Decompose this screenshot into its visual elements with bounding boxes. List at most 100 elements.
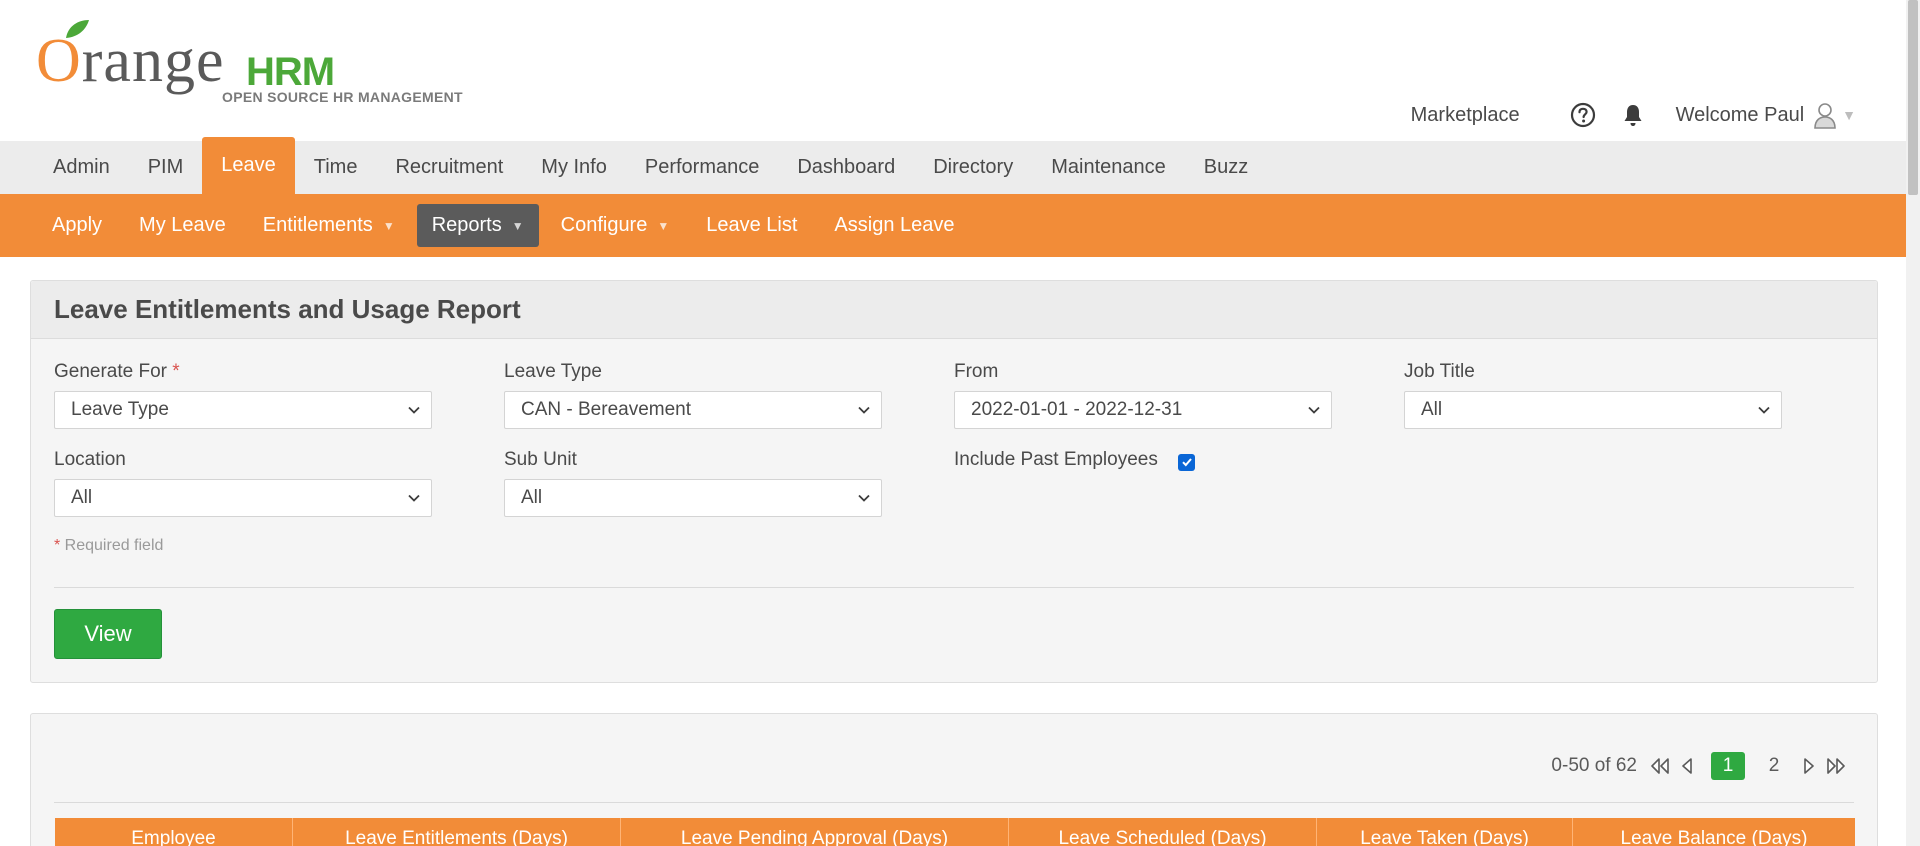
nav-leave[interactable]: Leave [202,137,295,194]
marketplace-link[interactable]: Marketplace [1411,104,1520,127]
orangehrm-logo[interactable]: Orange HRM OPEN SOURCE HR MANAGEMENT [36,18,466,108]
help-icon[interactable] [1570,102,1596,128]
main-navigation: Admin PIM Leave Time Recruitment My Info… [0,137,1906,194]
top-right-menu: Marketplace Welcome Paul ▼ [1411,100,1856,130]
nav-performance[interactable]: Performance [626,141,779,194]
leave-type-select[interactable]: CAN - Bereavement [504,391,882,429]
sub-unit-value: All [521,487,543,508]
nav-buzz[interactable]: Buzz [1185,141,1267,194]
chevron-down-icon[interactable]: ▼ [1842,107,1856,123]
first-page-icon[interactable] [1649,756,1671,776]
nav-my-info[interactable]: My Info [522,141,626,194]
generate-for-value: Leave Type [71,399,169,420]
include-past-employees-field: Include Past Employees [954,449,1196,471]
panel-header: Leave Entitlements and Usage Report [31,281,1877,339]
nav-directory[interactable]: Directory [914,141,1032,194]
sub-unit-field: Sub Unit All [504,449,882,517]
generate-for-select[interactable]: Leave Type [54,391,432,429]
chevron-down-icon [1758,406,1770,414]
column-leave-taken: Leave Taken (Days) [1317,818,1573,846]
generate-for-field: Generate For * Leave Type [54,361,432,429]
subnav-my-leave-label: My Leave [139,214,226,236]
generate-for-label: Generate For * [54,361,180,382]
subnav-leave-list-label: Leave List [706,214,798,236]
nav-time[interactable]: Time [295,141,377,194]
subnav-configure-label: Configure [560,214,648,236]
pagination: 0-50 of 62 1 2 [1551,752,1853,780]
required-asterisk: * [172,361,180,382]
subnav-leave-list[interactable]: Leave List [691,204,812,247]
report-criteria-panel: Leave Entitlements and Usage Report Gene… [30,280,1878,683]
nav-admin[interactable]: Admin [34,141,129,194]
subnav-my-leave[interactable]: My Leave [124,204,241,247]
chevron-down-icon [858,406,870,414]
include-past-employees-label: Include Past Employees [954,449,1158,470]
from-label: From [954,361,999,382]
page: Orange HRM OPEN SOURCE HR MANAGEMENT Mar… [0,0,1920,846]
include-past-employees-checkbox[interactable] [1178,453,1196,471]
nav-dashboard[interactable]: Dashboard [778,141,914,194]
sub-unit-select[interactable]: All [504,479,882,517]
column-employee: Employee [55,818,293,846]
page-1[interactable]: 1 [1711,752,1745,780]
job-title-value: All [1421,399,1443,420]
user-icon[interactable] [1812,101,1838,129]
subnav-assign-leave-label: Assign Leave [834,214,955,236]
divider [54,802,1854,803]
dropdown-arrow-icon: ▼ [511,218,524,233]
welcome-user-menu[interactable]: Welcome Paul [1676,104,1805,127]
nav-recruitment[interactable]: Recruitment [376,141,522,194]
chevron-down-icon [408,406,420,414]
job-title-field: Job Title All [1404,361,1782,429]
dropdown-arrow-icon: ▼ [657,218,670,233]
location-label: Location [54,449,126,470]
required-field-note: * Required field [54,537,164,554]
column-leave-entitlements: Leave Entitlements (Days) [293,818,621,846]
from-period-value: 2022-01-01 - 2022-12-31 [971,399,1183,420]
from-field: From 2022-01-01 - 2022-12-31 [954,361,1332,429]
column-leave-scheduled: Leave Scheduled (Days) [1009,818,1317,846]
sub-unit-label: Sub Unit [504,449,577,470]
divider [54,587,1854,588]
location-field: Location All [54,449,432,517]
previous-page-icon[interactable] [1677,756,1699,776]
leave-type-value: CAN - Bereavement [521,399,692,420]
leave-sub-navigation: Apply My Leave Entitlements ▼ Reports ▼ Co… [0,194,1906,257]
subnav-assign-leave[interactable]: Assign Leave [819,204,969,247]
column-leave-pending-approval: Leave Pending Approval (Days) [621,818,1009,846]
from-period-select[interactable]: 2022-01-01 - 2022-12-31 [954,391,1332,429]
dropdown-arrow-icon: ▼ [382,218,395,233]
chevron-down-icon [1308,406,1320,414]
page-scrollbar[interactable] [1906,0,1920,846]
subnav-entitlements[interactable]: Entitlements ▼ [248,204,410,247]
report-table-header: Employee Leave Entitlements (Days) Leave… [55,818,1855,846]
record-count: 0-50 of 62 [1551,755,1637,776]
page-title: Leave Entitlements and Usage Report [54,294,521,324]
nav-pim[interactable]: PIM [129,141,203,194]
last-page-icon[interactable] [1825,756,1847,776]
leave-type-field: Leave Type CAN - Bereavement [504,361,882,429]
page-2[interactable]: 2 [1757,752,1791,780]
job-title-select[interactable]: All [1404,391,1782,429]
location-select[interactable]: All [54,479,432,517]
chevron-down-icon [858,494,870,502]
nav-maintenance[interactable]: Maintenance [1032,141,1185,194]
column-leave-balance: Leave Balance (Days) [1620,828,1808,846]
subnav-entitlements-label: Entitlements [262,214,373,236]
subnav-configure[interactable]: Configure ▼ [546,204,685,247]
logo-subtitle: OPEN SOURCE HR MANAGEMENT [222,89,463,105]
subnav-reports-label: Reports [431,214,502,236]
location-value: All [71,487,93,508]
bell-icon[interactable] [1620,102,1646,128]
subnav-reports[interactable]: Reports ▼ [416,204,539,247]
results-panel: 0-50 of 62 1 2 Employee Leave Entitlemen… [30,713,1878,846]
header: Orange HRM OPEN SOURCE HR MANAGEMENT Mar… [0,0,1906,141]
subnav-apply[interactable]: Apply [37,204,117,247]
subnav-apply-label: Apply [52,214,103,236]
chevron-down-icon [408,494,420,502]
next-page-icon[interactable] [1797,756,1819,776]
logo-wordmark: Orange [36,27,225,95]
scrollbar-thumb[interactable] [1908,0,1918,195]
view-button[interactable]: View [54,609,162,659]
job-title-label: Job Title [1404,361,1475,382]
